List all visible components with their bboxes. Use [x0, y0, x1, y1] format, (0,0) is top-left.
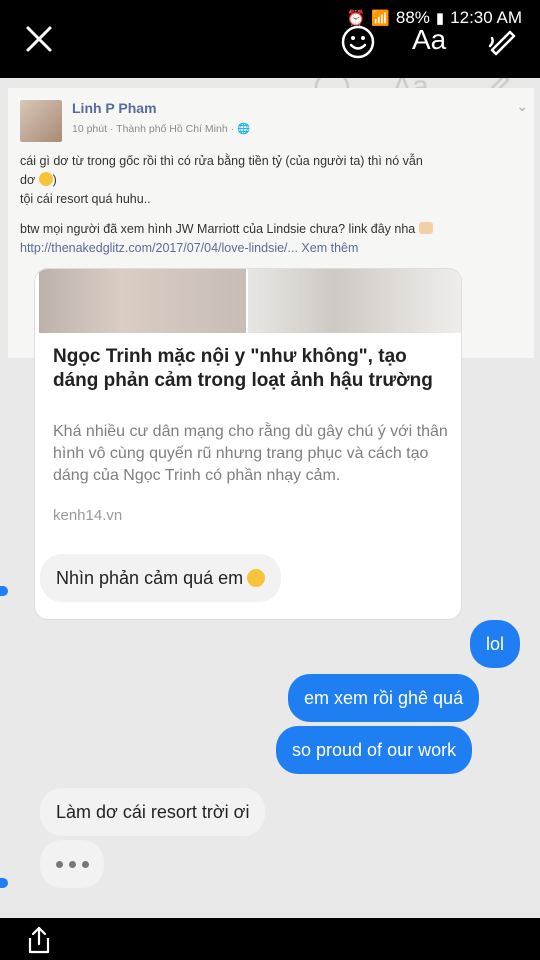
avatar[interactable] [20, 100, 62, 142]
message-bubble-sent: em xem rồi ghê quá [288, 674, 480, 722]
chevron-down-icon[interactable]: ⌄ [516, 98, 528, 115]
post-body: cái gì dơ từ trong gốc rồi thì có rửa bằ… [20, 152, 520, 209]
card-image [39, 269, 461, 333]
seen-marker [0, 878, 8, 888]
card-domain: kenh14.vn [53, 507, 123, 524]
message-text: lol [486, 634, 505, 654]
message-bubble-received: Nhìn phản cảm quá em [40, 554, 282, 602]
post-line-1: cái gì dơ từ trong gốc rồi thì có rửa bằ… [20, 154, 423, 168]
share-icon[interactable] [26, 926, 52, 954]
card-image-right [248, 269, 461, 333]
message-bubble-received: Làm dơ cái resort trời ơi [40, 788, 266, 836]
typing-dot [68, 860, 76, 868]
message-text: so proud of our work [292, 740, 457, 760]
card-title: Ngọc Trinh mặc nội y "như không", tạo dá… [53, 346, 433, 391]
post-line-2-wrap: dơ ) [20, 172, 57, 187]
screenshot-photo: Aa Linh P Pham 10 phút · Thành phố Hồ Ch… [0, 78, 540, 918]
editor-bottom-bar [0, 918, 540, 960]
close-icon[interactable] [22, 22, 56, 56]
editor-top-bar: ⏰ 📶 88% ▮ 12:30 AM Aa [0, 0, 540, 78]
see-more-link[interactable]: Xem thêm [298, 241, 358, 255]
text-tool-button[interactable]: Aa [412, 24, 446, 56]
post-author[interactable]: Linh P Pham [72, 100, 157, 116]
draw-icon[interactable] [486, 24, 518, 56]
post-meta: 10 phút · Thành phố Hồ Chí Minh · 🌐 [72, 123, 251, 135]
message-bubble-sent: so proud of our work [276, 726, 473, 774]
typing-dot [55, 860, 63, 868]
sad-emoji-icon [247, 569, 266, 587]
card-description: Khá nhiều cư dân mạng cho rằng dù gây ch… [53, 423, 448, 484]
post-link-text: btw mọi người đã xem hình JW Marriott củ… [20, 220, 530, 258]
message-bubble-sent: lol [470, 620, 521, 668]
typing-indicator [40, 840, 104, 888]
smile-emoji-icon [38, 172, 53, 186]
post-link[interactable]: http://thenakedglitz.com/2017/07/04/love… [20, 241, 298, 255]
sticker-icon[interactable] [340, 24, 376, 60]
typing-dot [81, 860, 89, 868]
message-text: Nhìn phản cảm quá em [56, 568, 244, 588]
post-btw: btw mọi người đã xem hình JW Marriott củ… [20, 222, 416, 236]
seen-marker [0, 586, 8, 596]
pointing-hand-icon [418, 222, 433, 234]
message-text: em xem rồi ghê quá [304, 688, 464, 708]
post-line-3: tội cái resort quá huhu.. [20, 192, 151, 206]
post-line-2: dơ [20, 173, 36, 187]
card-image-left [39, 269, 247, 333]
message-text: Làm dơ cái resort trời ơi [56, 802, 250, 822]
